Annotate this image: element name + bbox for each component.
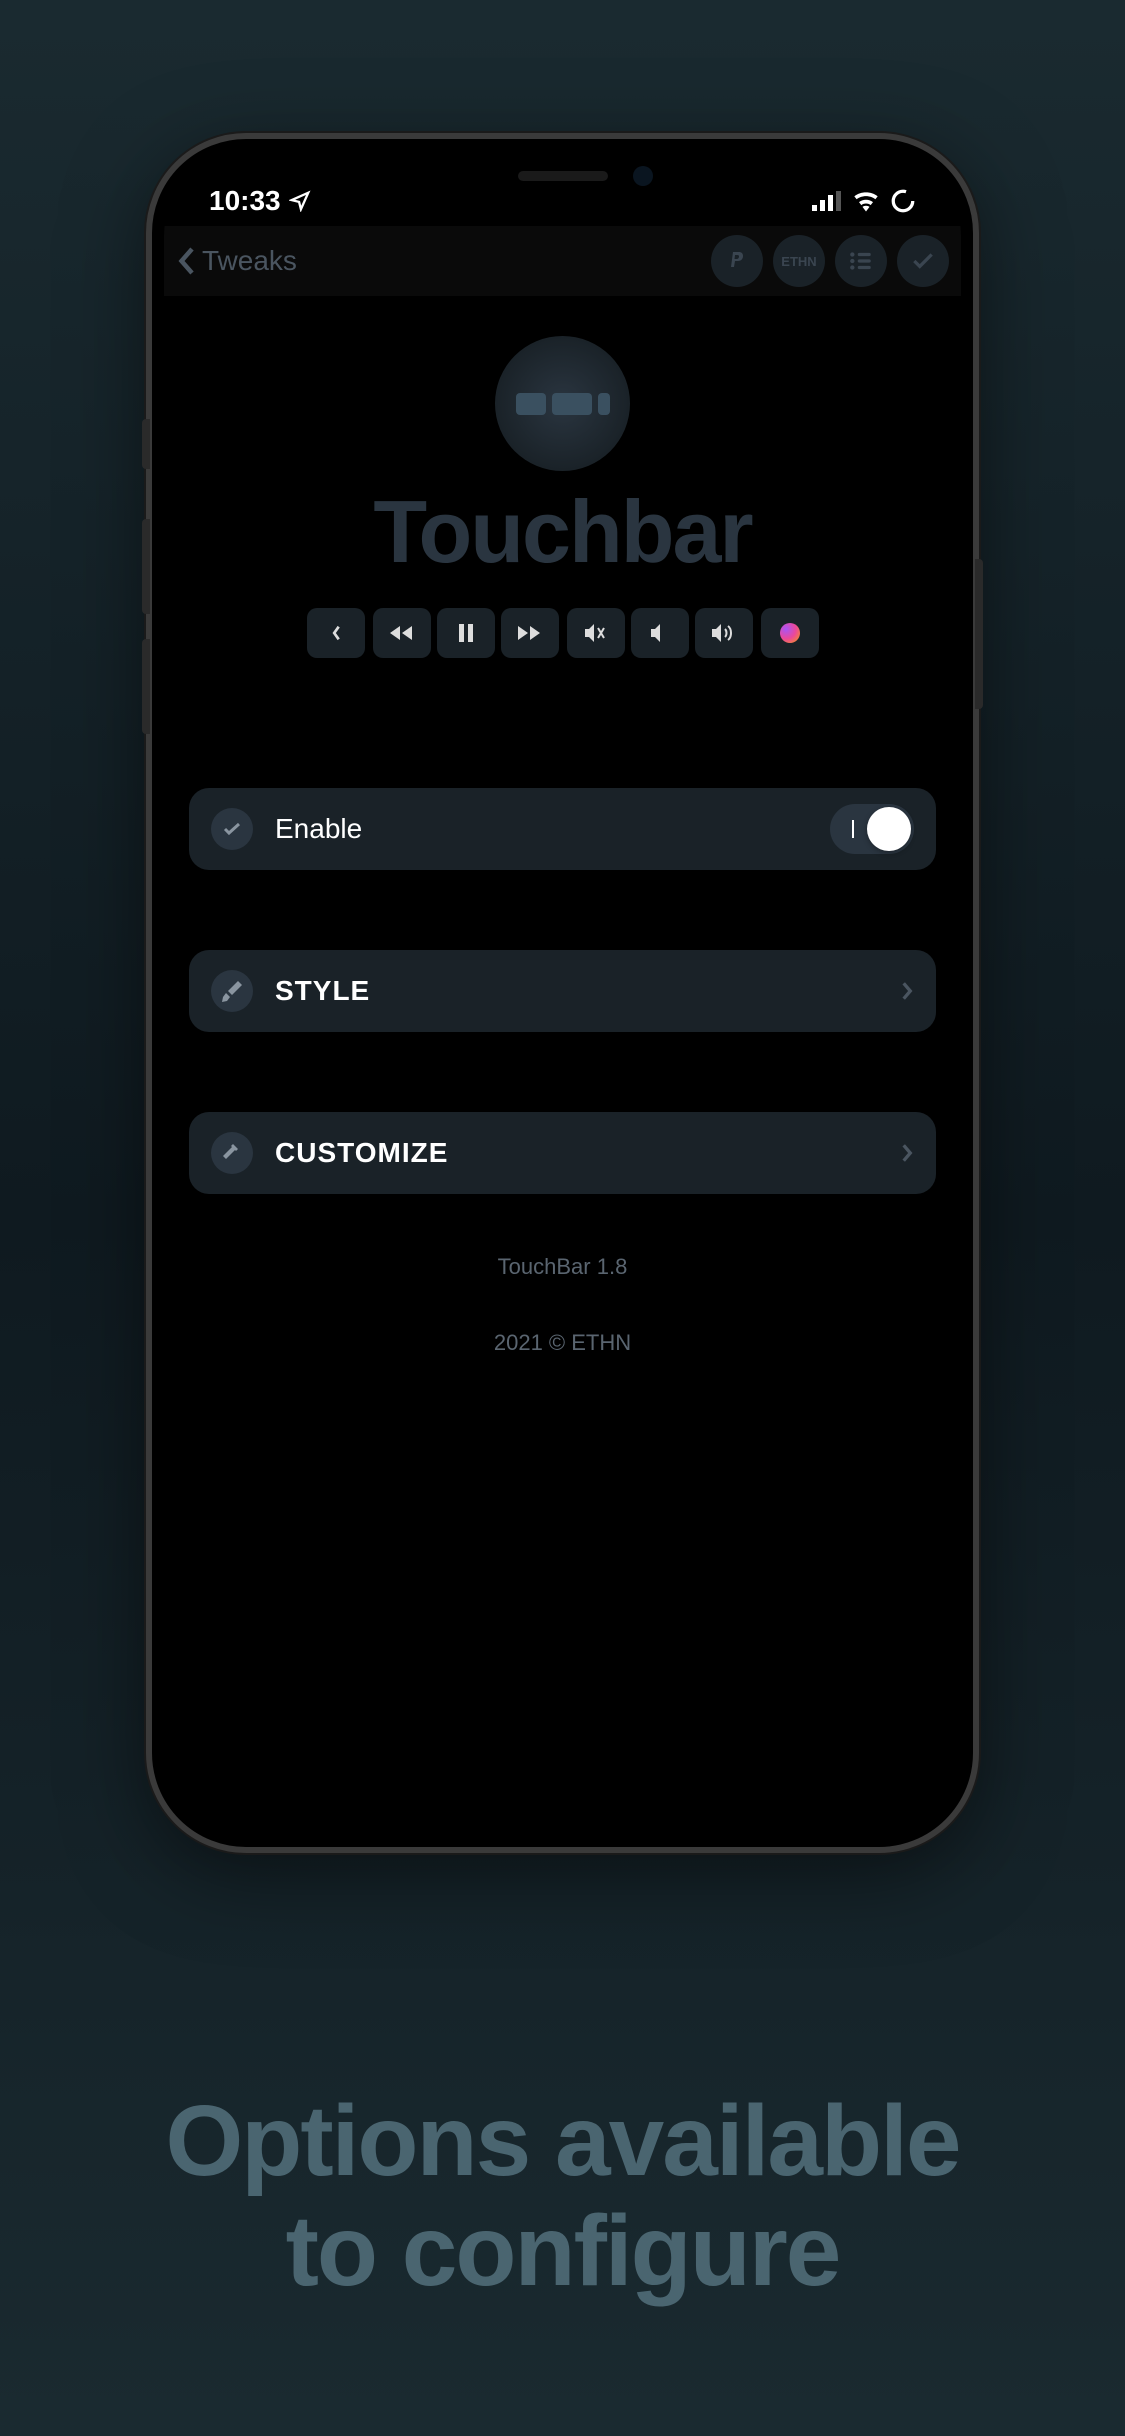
fast-forward-icon xyxy=(518,625,542,641)
caption-line-1: Options available xyxy=(0,2086,1125,2196)
tb-rewind-button[interactable] xyxy=(373,608,431,658)
notch xyxy=(403,151,723,201)
pause-icon xyxy=(459,624,473,642)
caption-line-2: to configure xyxy=(0,2196,1125,2306)
tb-forward-button[interactable] xyxy=(501,608,559,658)
rewind-icon xyxy=(390,625,414,641)
mute-icon xyxy=(585,624,607,642)
back-button[interactable]: Tweaks xyxy=(176,245,297,277)
enable-label: Enable xyxy=(275,813,808,845)
paypal-button[interactable] xyxy=(711,235,763,287)
chevron-right-icon xyxy=(900,980,914,1002)
siri-icon xyxy=(780,623,800,643)
enable-row: Enable xyxy=(189,788,936,870)
tb-pause-button[interactable] xyxy=(437,608,495,658)
volume-low-icon xyxy=(651,624,669,642)
hammer-icon xyxy=(211,1132,253,1174)
style-label: STYLE xyxy=(275,975,878,1007)
tb-volume-high-button[interactable] xyxy=(695,608,753,658)
list-button[interactable] xyxy=(835,235,887,287)
silence-switch xyxy=(142,419,150,469)
volume-up-button xyxy=(142,519,150,614)
chevron-left-icon xyxy=(329,624,343,642)
enable-toggle[interactable] xyxy=(830,804,914,854)
phone-frame: 10:33 Tweaks ETHN xyxy=(146,133,979,1853)
loading-icon xyxy=(890,188,916,214)
wifi-icon xyxy=(852,190,880,212)
tb-volume-low-button[interactable] xyxy=(631,608,689,658)
location-icon xyxy=(289,190,311,212)
customize-row[interactable]: CUSTOMIZE xyxy=(189,1112,936,1194)
paypal-icon xyxy=(725,249,749,273)
paintbrush-icon xyxy=(211,970,253,1012)
app-title: Touchbar xyxy=(189,481,936,583)
apply-button[interactable] xyxy=(897,235,949,287)
touchbar-preview xyxy=(201,608,924,658)
tb-siri-button[interactable] xyxy=(761,608,819,658)
tb-mute-button[interactable] xyxy=(567,608,625,658)
volume-high-icon xyxy=(712,624,736,642)
version-text: TouchBar 1.8 xyxy=(189,1254,936,1280)
tb-back-button[interactable] xyxy=(307,608,365,658)
copyright-text: 2021 © ETHN xyxy=(189,1330,936,1356)
check-icon xyxy=(910,248,936,274)
promo-caption: Options available to configure xyxy=(0,2086,1125,2306)
style-row[interactable]: STYLE xyxy=(189,950,936,1032)
chevron-left-icon xyxy=(176,246,196,276)
customize-label: CUSTOMIZE xyxy=(275,1137,878,1169)
check-circle-icon xyxy=(211,808,253,850)
volume-down-button xyxy=(142,639,150,734)
cellular-icon xyxy=(812,191,842,211)
ethn-badge[interactable]: ETHN xyxy=(773,235,825,287)
power-button xyxy=(975,559,983,709)
app-icon xyxy=(495,336,630,471)
status-time: 10:33 xyxy=(209,185,281,217)
list-icon xyxy=(848,248,874,274)
chevron-right-icon xyxy=(900,1142,914,1164)
nav-bar: Tweaks ETHN xyxy=(164,226,961,296)
back-label: Tweaks xyxy=(202,245,297,277)
